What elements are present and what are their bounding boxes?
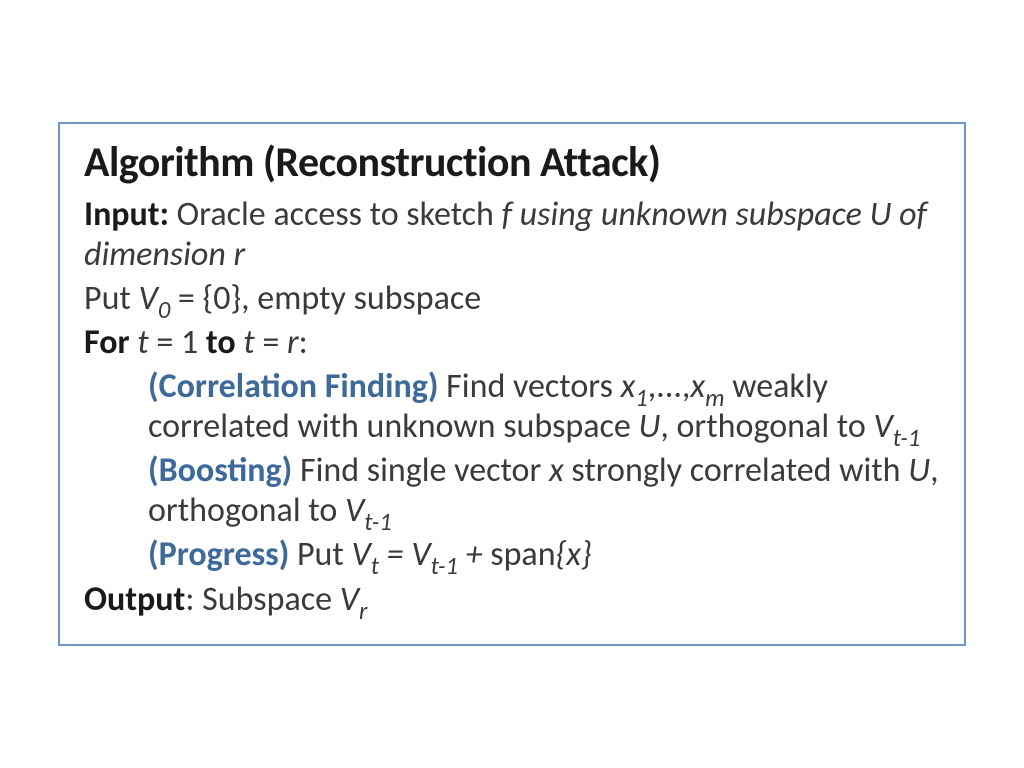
input-label: Input: bbox=[84, 194, 169, 235]
prog-braces: {x} bbox=[556, 534, 592, 575]
prog-Vt: V bbox=[352, 534, 371, 575]
correlation-line: (Correlation Finding) Find vectors x1,..… bbox=[148, 367, 940, 447]
prog-Vtm1sub: t-1 bbox=[431, 551, 458, 581]
init-rest: = {0}, empty subspace bbox=[170, 278, 481, 319]
for-r: r bbox=[287, 322, 299, 363]
for-label: For bbox=[84, 322, 130, 363]
correlation-label: (Correlation Finding) bbox=[148, 366, 438, 407]
init-line: Put V0 = {0}, empty subspace bbox=[84, 279, 940, 319]
corr-text1: Find vectors bbox=[438, 366, 620, 407]
output-line: Output: Subspace Vr bbox=[84, 580, 940, 620]
output-label: Output bbox=[84, 579, 185, 620]
input-line: Input: Oracle access to sketch f using u… bbox=[84, 195, 940, 275]
init-prefix: Put bbox=[84, 278, 139, 319]
for-t2: t bbox=[236, 322, 255, 363]
input-text-prefix: Oracle access to sketch bbox=[169, 194, 502, 235]
boost-U: U bbox=[908, 450, 930, 491]
boost-V: V bbox=[345, 490, 364, 531]
for-line: For t = 1 to t = r: bbox=[84, 323, 940, 363]
prog-Vtm1: V bbox=[411, 534, 430, 575]
boost-x: x bbox=[549, 450, 564, 491]
prog-Vtsub: t bbox=[371, 551, 379, 581]
progress-line: (Progress) Put Vt = Vt-1 + span{x} bbox=[148, 535, 940, 575]
corr-s1: 1 bbox=[635, 383, 647, 413]
algorithm-title: Algorithm (Reconstruction Attack) bbox=[84, 140, 940, 186]
for-eq1: = 1 bbox=[149, 322, 206, 363]
corr-xm: x bbox=[690, 366, 705, 407]
boosting-label: (Boosting) bbox=[148, 450, 292, 491]
corr-sm: m bbox=[705, 383, 724, 413]
progress-label: (Progress) bbox=[148, 534, 289, 575]
prog-span-word: span bbox=[490, 534, 555, 575]
prog-eq: = bbox=[379, 534, 411, 575]
boosting-line: (Boosting) Find single vector x strongly… bbox=[148, 451, 940, 531]
output-colon: : Subspace bbox=[185, 579, 339, 620]
corr-V: V bbox=[873, 406, 892, 447]
for-eq2: = bbox=[255, 322, 287, 363]
for-colon: : bbox=[299, 322, 308, 363]
corr-text3: , orthogonal to bbox=[660, 406, 873, 447]
init-sub: 0 bbox=[158, 295, 170, 325]
algorithm-box: Algorithm (Reconstruction Attack) Input:… bbox=[58, 122, 966, 645]
boost-text2: strongly correlated with bbox=[564, 450, 908, 491]
prog-plus: + bbox=[458, 534, 490, 575]
to-label: to bbox=[206, 322, 236, 363]
output-Vsub: r bbox=[359, 596, 367, 626]
corr-x1: x bbox=[621, 366, 636, 407]
for-t1: t bbox=[130, 322, 149, 363]
corr-Vsub: t-1 bbox=[893, 423, 920, 453]
output-V: V bbox=[340, 579, 359, 620]
boost-Vsub: t-1 bbox=[364, 507, 391, 537]
init-var: V bbox=[139, 278, 158, 319]
prog-text1: Put bbox=[289, 534, 351, 575]
boost-text1: Find single vector bbox=[292, 450, 549, 491]
corr-dots: ,..., bbox=[648, 366, 691, 407]
